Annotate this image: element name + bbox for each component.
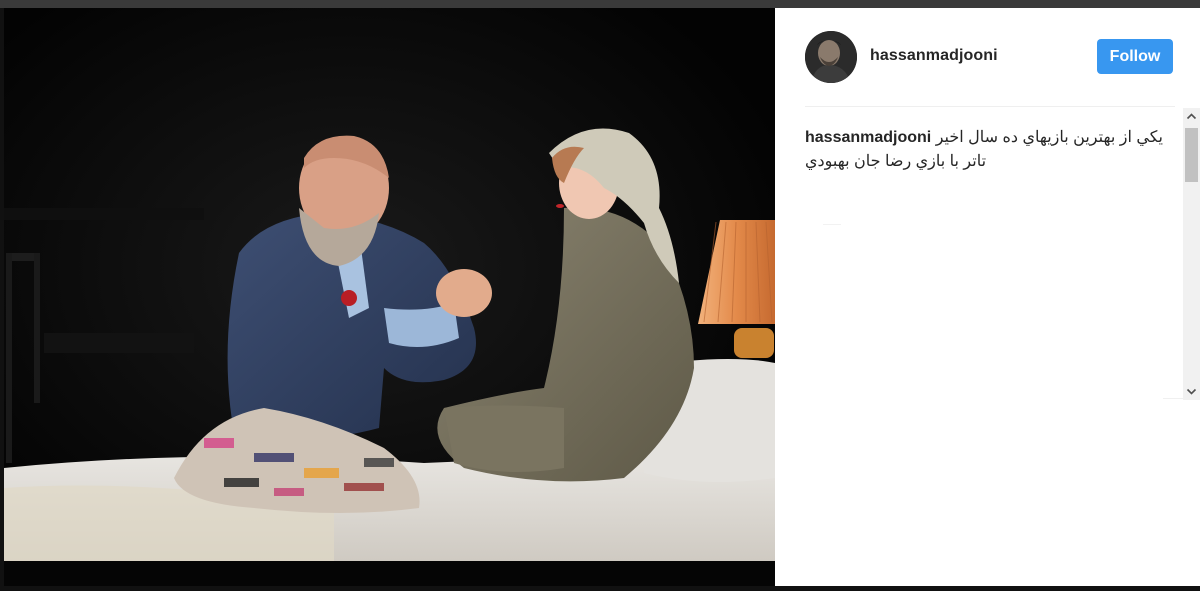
user-avatar[interactable] bbox=[805, 31, 857, 83]
faint-divider bbox=[1163, 398, 1183, 399]
chevron-up-icon[interactable] bbox=[1183, 108, 1200, 125]
faint-divider bbox=[823, 224, 841, 225]
username[interactable]: hassanmadjooni bbox=[870, 47, 998, 65]
chevron-down-icon[interactable] bbox=[1183, 383, 1200, 400]
user-avatar-icon bbox=[805, 31, 857, 83]
caption-username[interactable]: hassanmadjooni bbox=[805, 129, 931, 146]
post-sidebar: hassanmadjooni Follow hassanmadjooni يكي… bbox=[775, 8, 1200, 586]
post-header: hassanmadjooni Follow bbox=[775, 8, 1175, 106]
post-modal: hassanmadjooni Follow hassanmadjooni يكي… bbox=[0, 0, 1200, 591]
follow-button[interactable]: Follow bbox=[1097, 39, 1173, 74]
comments-scrollbar[interactable] bbox=[1183, 108, 1200, 400]
post-caption: hassanmadjooni يكي از بهترين بازيهاي ده … bbox=[805, 126, 1175, 174]
post-photo[interactable] bbox=[4, 8, 775, 586]
theatre-stage-photo-icon bbox=[4, 8, 775, 586]
scroll-thumb[interactable] bbox=[1185, 128, 1198, 182]
comments-area: hassanmadjooni يكي از بهترين بازيهاي ده … bbox=[775, 107, 1183, 400]
